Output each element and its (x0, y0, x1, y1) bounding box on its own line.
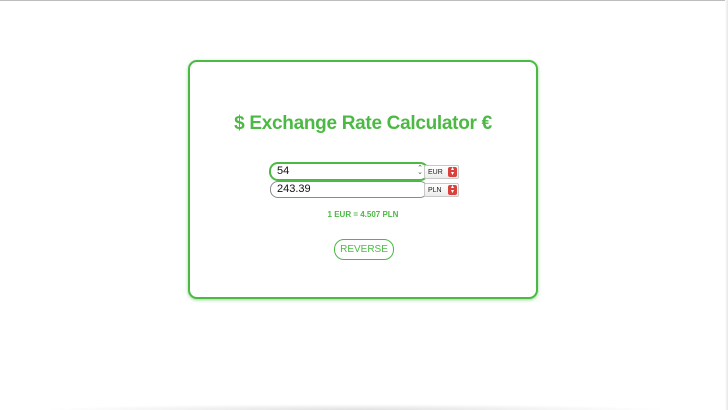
page-title: $ Exchange Rate Calculator € (234, 113, 492, 134)
to-amount-input[interactable]: 243.39 (270, 181, 428, 198)
to-currency-select[interactable]: PLN ▴ ▾ (424, 183, 459, 197)
page: $ Exchange Rate Calculator € 54 ⌃ ⌄ EUR ▴… (0, 0, 728, 410)
reverse-button[interactable]: REVERSE (334, 239, 394, 260)
from-amount-value: 54 (277, 165, 290, 177)
select-arrows-icon: ▴ ▾ (448, 166, 457, 177)
select-arrows-icon: ▴ ▾ (448, 184, 457, 195)
calculator-card: $ Exchange Rate Calculator € 54 ⌃ ⌄ EUR ▴… (188, 60, 538, 299)
window-top-border (0, 0, 728, 1)
from-amount-input[interactable]: 54 ⌃ ⌄ (270, 163, 428, 180)
from-currency-select[interactable]: EUR ▴ ▾ (424, 165, 459, 179)
number-spinner-icon[interactable]: ⌃ ⌄ (417, 165, 423, 176)
from-currency-label: EUR (428, 168, 443, 176)
bottom-shadow (40, 404, 670, 410)
exchange-rate-text: 1 EUR = 4.507 PLN (327, 210, 399, 219)
to-amount-value: 243.39 (277, 183, 311, 195)
to-currency-label: PLN (428, 186, 442, 194)
